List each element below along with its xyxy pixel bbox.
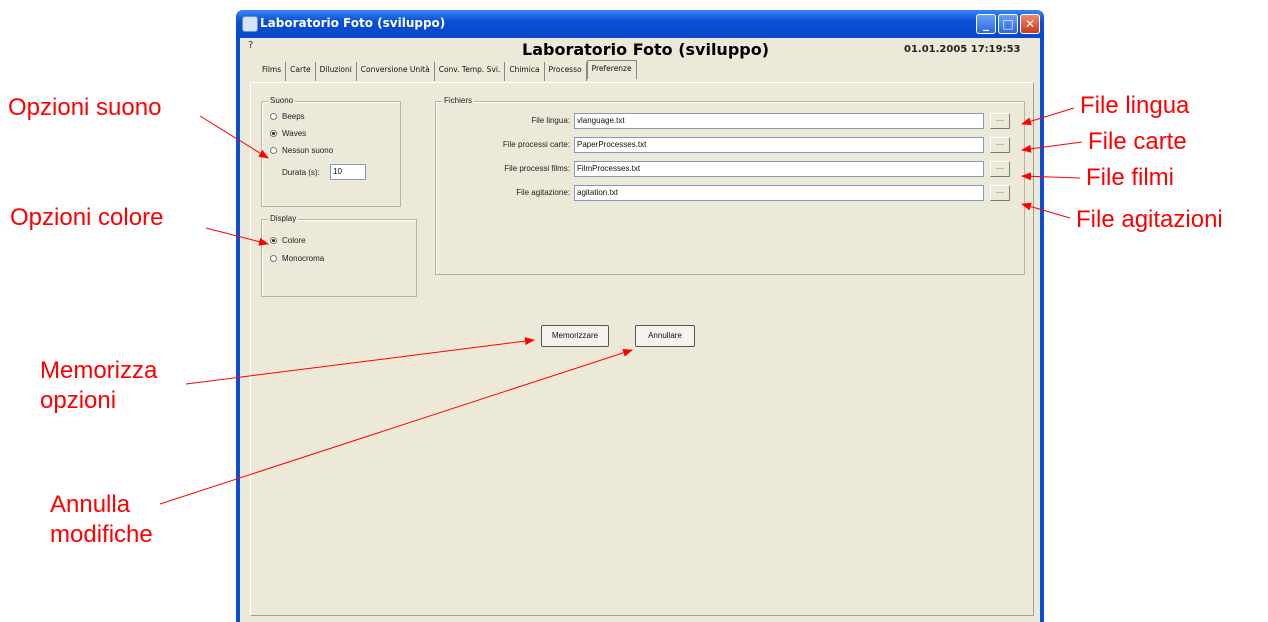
radio-label: Nessun suono bbox=[282, 146, 334, 155]
file-films-browse-button[interactable]: ... bbox=[990, 161, 1010, 177]
annotation-line: opzioni bbox=[40, 387, 117, 414]
file-films-input[interactable]: FilmProcesses.txt bbox=[574, 161, 984, 177]
client-area: ? Laboratorio Foto (sviluppo) 01.01.2005… bbox=[240, 38, 1040, 622]
radio-label: Beeps bbox=[282, 112, 305, 121]
radio-icon bbox=[270, 113, 277, 120]
save-button[interactable]: Memorizzare bbox=[541, 325, 609, 347]
tab-conv-temp-svi[interactable]: Conv. Temp. Svi. bbox=[435, 62, 506, 81]
preferences-panel: Suono Beeps Waves Nessun suono Durata (s… bbox=[250, 82, 1034, 616]
display-group-title: Display bbox=[268, 214, 299, 223]
tab-films[interactable]: Films bbox=[258, 62, 287, 81]
tab-diluzioni[interactable]: Diluzioni bbox=[316, 62, 357, 81]
radio-waves[interactable]: Waves bbox=[270, 129, 306, 138]
tab-conversione-unita[interactable]: Conversione Unità bbox=[357, 62, 435, 81]
radio-nessun-suono[interactable]: Nessun suono bbox=[270, 146, 333, 155]
tab-chimica[interactable]: Chimica bbox=[505, 62, 545, 81]
tab-bar: Films Carte Diluzioni Conversione Unità … bbox=[258, 60, 637, 81]
radio-colore[interactable]: Colore bbox=[270, 236, 306, 245]
radio-monocroma[interactable]: Monocroma bbox=[270, 254, 324, 263]
annotation-file-papers: File carte bbox=[1088, 128, 1187, 155]
file-carte-label: File processi carte: bbox=[502, 140, 570, 149]
files-group: Fichiers File lingua: vlanguage.txt ... … bbox=[435, 96, 1025, 275]
file-carte-browse-button[interactable]: ... bbox=[990, 137, 1010, 153]
file-carte-input[interactable]: PaperProcesses.txt bbox=[574, 137, 984, 153]
title-bar[interactable]: Laboratorio Foto (sviluppo) _ □ ✕ bbox=[236, 10, 1044, 38]
radio-icon bbox=[270, 147, 277, 154]
annotation-save-options: Memorizza opzioni bbox=[40, 356, 157, 416]
app-icon bbox=[242, 16, 258, 32]
application-window: Laboratorio Foto (sviluppo) _ □ ✕ ? Labo… bbox=[236, 10, 1044, 622]
duration-label: Durata (s): bbox=[282, 168, 320, 177]
minimize-button[interactable]: _ bbox=[976, 14, 996, 34]
file-lingua-browse-button[interactable]: ... bbox=[990, 113, 1010, 129]
radio-selected-icon bbox=[270, 130, 277, 137]
radio-beeps[interactable]: Beeps bbox=[270, 112, 305, 121]
files-group-title: Fichiers bbox=[442, 96, 475, 105]
file-agitazione-input[interactable]: agitation.txt bbox=[574, 185, 984, 201]
datetime-display: 01.01.2005 17:19:53 bbox=[904, 44, 1021, 55]
annotation-line: Annulla bbox=[50, 491, 131, 518]
cancel-button[interactable]: Annullare bbox=[635, 325, 695, 347]
tab-processo[interactable]: Processo bbox=[545, 62, 587, 81]
file-agitazione-browse-button[interactable]: ... bbox=[990, 185, 1010, 201]
radio-selected-icon bbox=[270, 237, 277, 244]
file-films-label: File processi films: bbox=[504, 164, 570, 173]
window-title: Laboratorio Foto (sviluppo) bbox=[260, 16, 446, 30]
help-menu[interactable]: ? bbox=[248, 40, 253, 51]
annotation-file-agitation: File agitazioni bbox=[1076, 206, 1223, 233]
maximize-button[interactable]: □ bbox=[998, 14, 1018, 34]
tab-preferenze[interactable]: Preferenze bbox=[586, 60, 637, 79]
file-lingua-label: File lingua: bbox=[531, 116, 570, 125]
display-group: Display Colore Monocroma bbox=[261, 214, 417, 297]
annotation-line: modifiche bbox=[50, 521, 153, 548]
radio-label: Monocroma bbox=[282, 254, 325, 263]
close-button[interactable]: ✕ bbox=[1020, 14, 1040, 34]
radio-label: Waves bbox=[282, 129, 307, 138]
radio-icon bbox=[270, 255, 277, 262]
file-agitazione-label: File agitazione: bbox=[516, 188, 570, 197]
annotation-file-films: File filmi bbox=[1086, 164, 1174, 191]
duration-input[interactable]: 10 bbox=[330, 164, 366, 180]
annotation-sound-options: Opzioni suono bbox=[8, 94, 162, 121]
annotation-cancel-changes: Annulla modifiche bbox=[50, 490, 153, 550]
tab-carte[interactable]: Carte bbox=[286, 62, 316, 81]
annotation-color-options: Opzioni colore bbox=[10, 204, 164, 231]
page-title: Laboratorio Foto (sviluppo) bbox=[522, 40, 770, 59]
sound-group: Suono Beeps Waves Nessun suono Durata (s… bbox=[261, 96, 401, 207]
annotation-line: Memorizza bbox=[40, 357, 158, 384]
annotation-file-language: File lingua bbox=[1080, 92, 1190, 119]
sound-group-title: Suono bbox=[268, 96, 296, 105]
radio-label: Colore bbox=[282, 236, 306, 245]
file-lingua-input[interactable]: vlanguage.txt bbox=[574, 113, 984, 129]
